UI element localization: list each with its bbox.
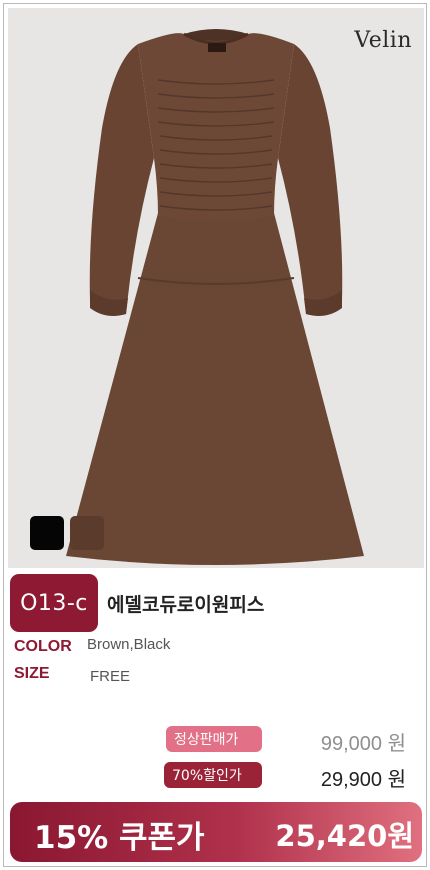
color-swatches bbox=[30, 516, 104, 550]
swatch-brown[interactable] bbox=[70, 516, 104, 550]
swatch-black[interactable] bbox=[30, 516, 64, 550]
color-label: COLOR bbox=[14, 638, 72, 655]
sale-price: 29,900 원 bbox=[320, 769, 406, 791]
regular-price: 99,000 원 bbox=[320, 733, 406, 755]
size-label: SIZE bbox=[14, 665, 50, 682]
coupon-label: 15% 쿠폰가 bbox=[34, 820, 205, 856]
brand-logo: Velin bbox=[354, 28, 412, 53]
product-card[interactable]: Velin O13-c 에델코듀로이원피스 COLOR Brown,Black … bbox=[3, 3, 427, 867]
coupon-price: 25,420원 bbox=[275, 819, 414, 853]
sale-price-tag: 70%할인가 bbox=[164, 762, 262, 788]
product-code-badge: O13-c bbox=[10, 574, 98, 632]
product-name[interactable]: 에델코듀로이원피스 bbox=[107, 590, 264, 617]
regular-price-tag: 정상판매가 bbox=[166, 726, 262, 752]
coupon-price-bar[interactable]: 15% 쿠폰가 25,420원 bbox=[10, 802, 422, 862]
product-photo[interactable]: Velin bbox=[8, 8, 424, 568]
color-value: Brown,Black bbox=[87, 636, 171, 653]
size-value: FREE bbox=[90, 668, 131, 685]
dress-image bbox=[66, 29, 364, 565]
